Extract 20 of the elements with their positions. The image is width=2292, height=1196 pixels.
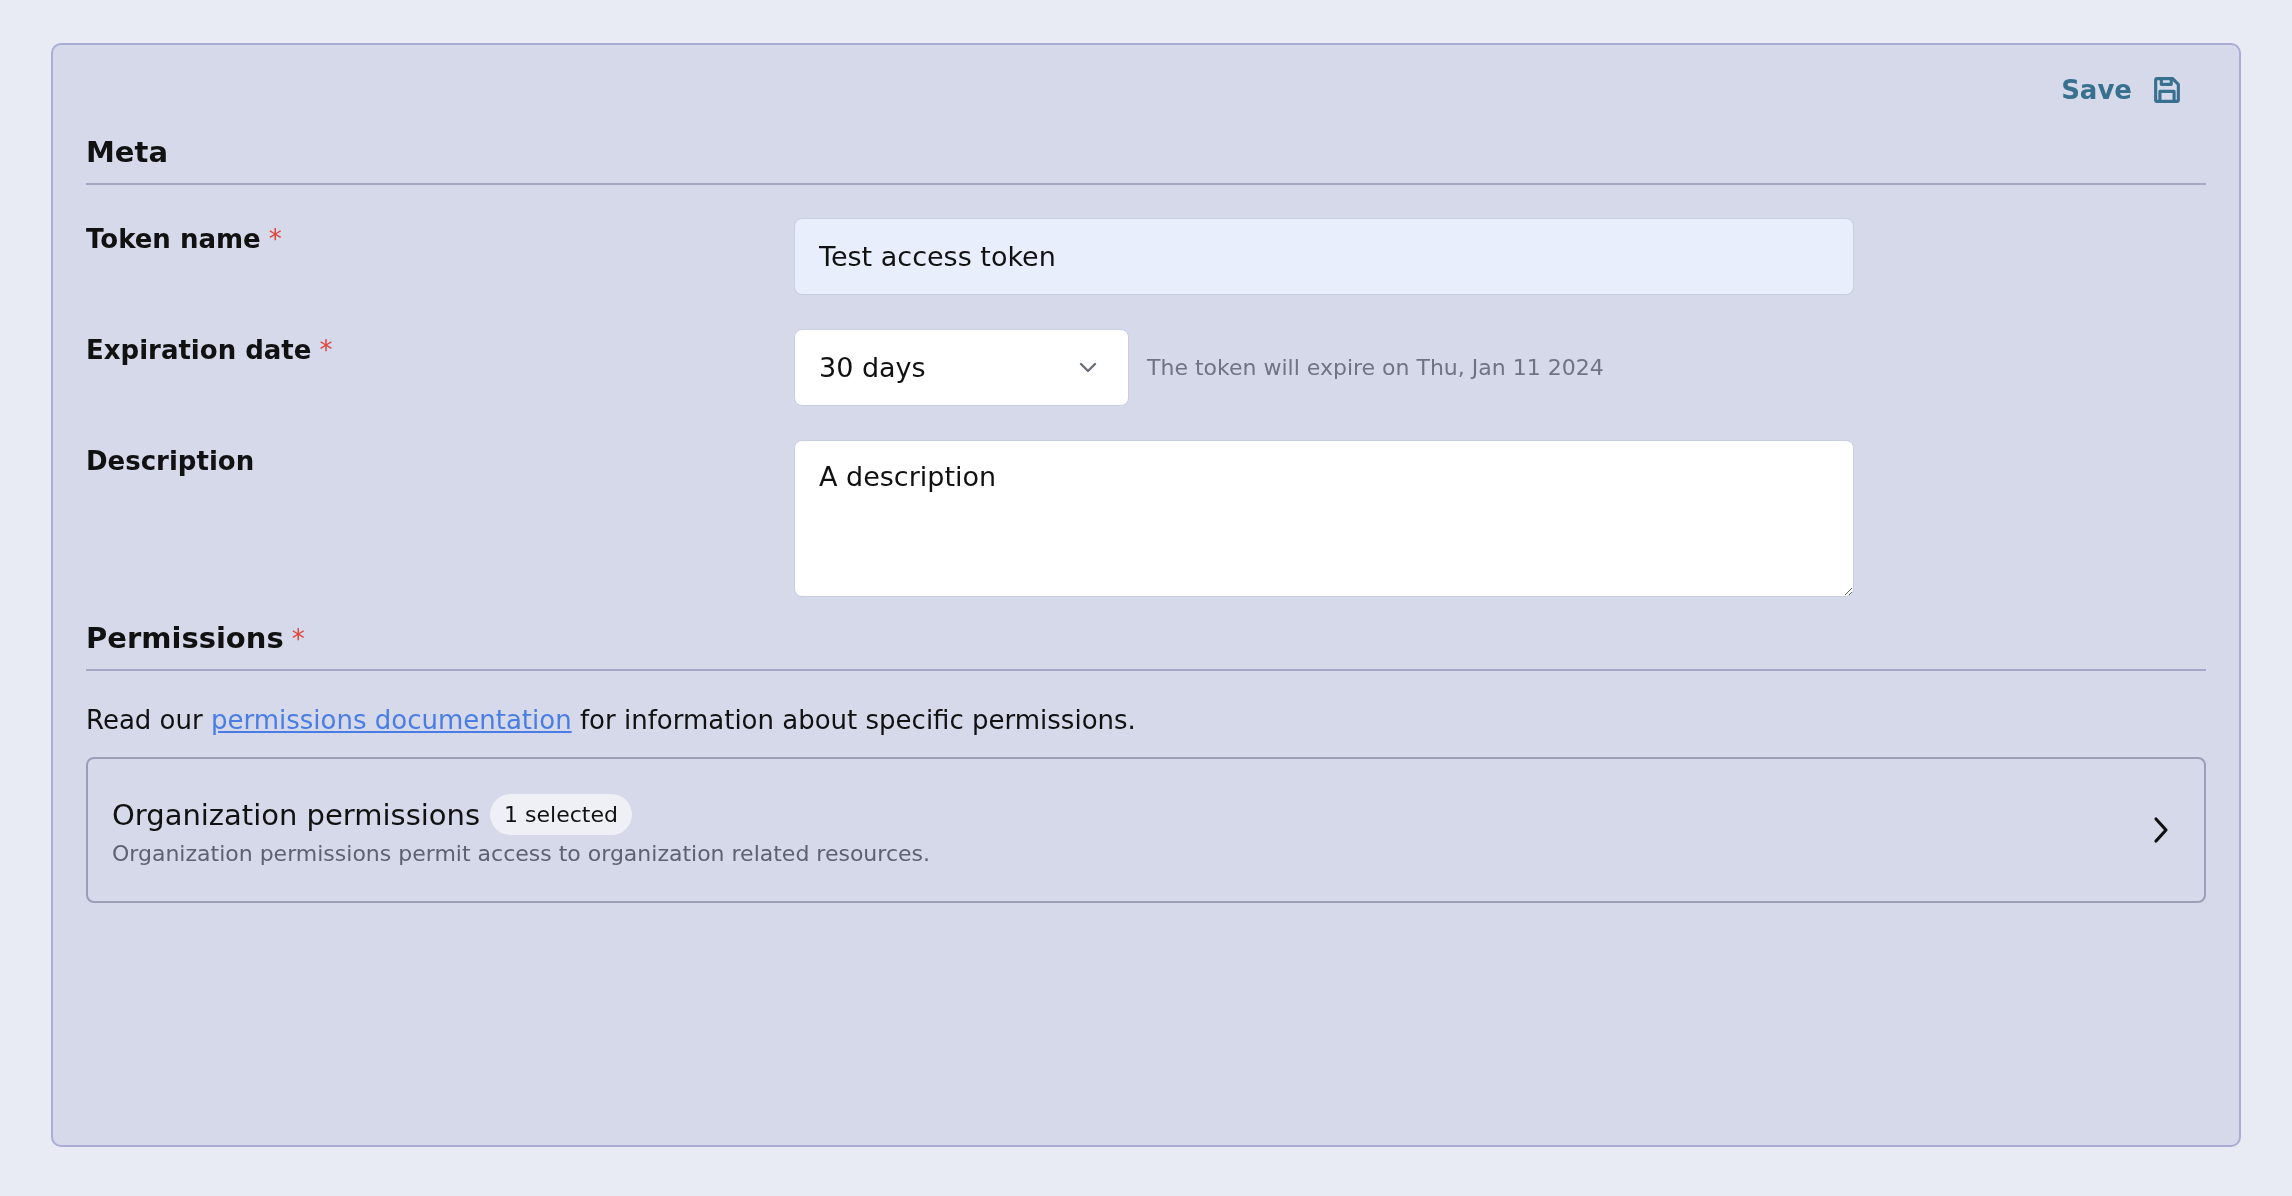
- required-asterisk: *: [268, 224, 282, 254]
- token-name-field[interactable]: Test access token: [794, 218, 1854, 295]
- field-label: Description: [86, 446, 255, 476]
- required-asterisk: *: [291, 624, 305, 654]
- description-field[interactable]: A description: [794, 440, 1854, 597]
- section-heading: Meta: [86, 135, 168, 169]
- field-label: Token name: [86, 224, 261, 254]
- chevron-down-icon: [1078, 361, 1098, 374]
- expiry-hint: The token will expire on Thu, Jan 11 2024: [1147, 355, 1604, 380]
- permissions-intro-text: Read our permissions documentation for information about specific permissions.: [86, 705, 1137, 735]
- expiration-dropdown[interactable]: 30 days: [794, 329, 1129, 406]
- group-description: Organization permissions permit access to organization related resources.: [112, 841, 930, 866]
- group-title: Organization permissions: [112, 797, 481, 832]
- save-button[interactable]: Save: [2061, 69, 2184, 111]
- required-asterisk: *: [319, 335, 333, 365]
- permission-group-card[interactable]: Organization permissions 1 selected Organization permissions permit access to organization related resources.: [86, 757, 2206, 903]
- field-label: Expiration date: [86, 335, 312, 365]
- selected-count-badge: 1 selected: [490, 794, 632, 835]
- section-heading: Permissions: [86, 621, 284, 655]
- chevron-right-icon: [2152, 815, 2170, 845]
